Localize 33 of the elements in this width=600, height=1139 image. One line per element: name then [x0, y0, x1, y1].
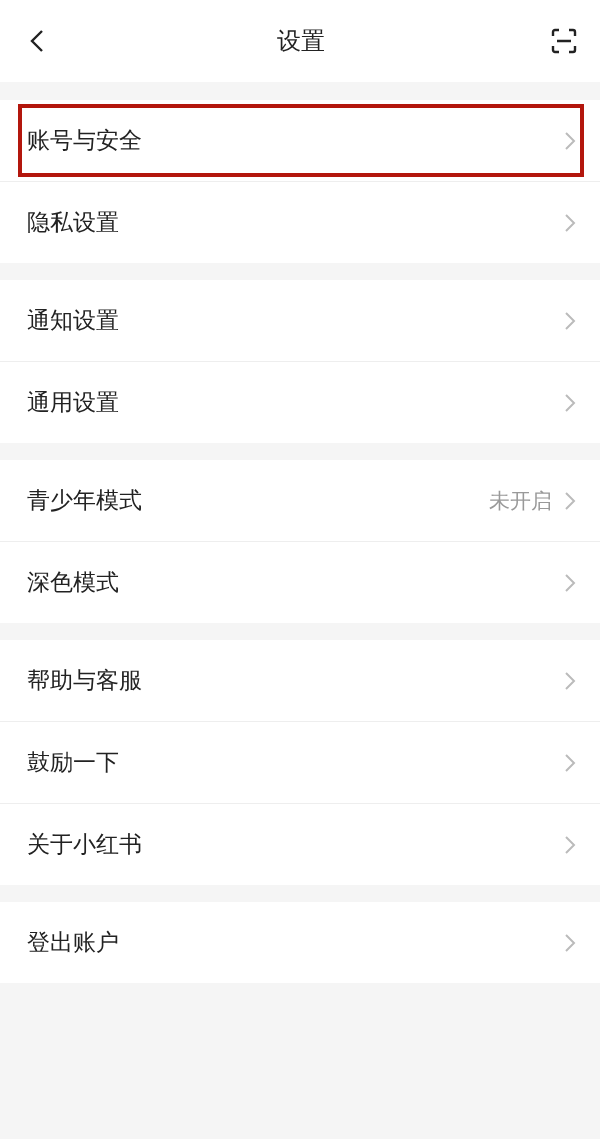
- scan-icon[interactable]: [550, 27, 578, 55]
- page-title: 设置: [277, 26, 325, 57]
- row-label: 通用设置: [27, 388, 120, 417]
- row-label: 帮助与客服: [27, 666, 143, 695]
- row-label: 青少年模式: [27, 486, 143, 515]
- settings-row[interactable]: 登出账户: [0, 902, 600, 983]
- chevron-icon: [564, 572, 576, 593]
- row-label: 隐私设置: [27, 208, 120, 237]
- chevron-icon: [564, 752, 576, 773]
- chevron-icon: [564, 932, 576, 953]
- row-label: 深色模式: [27, 568, 120, 597]
- settings-row[interactable]: 鼓励一下: [0, 722, 600, 804]
- chevron-icon: [564, 490, 576, 511]
- settings-row[interactable]: 深色模式: [0, 542, 600, 623]
- row-label: 鼓励一下: [27, 748, 120, 777]
- settings-row[interactable]: 通用设置: [0, 362, 600, 443]
- row-label: 通知设置: [27, 306, 120, 335]
- settings-row[interactable]: 关于小红书: [0, 804, 600, 885]
- settings-row[interactable]: 帮助与客服: [0, 640, 600, 722]
- chevron-icon: [564, 212, 576, 233]
- chevron-icon: [564, 670, 576, 691]
- settings-row[interactable]: 隐私设置: [0, 182, 600, 263]
- chevron-icon: [564, 130, 576, 151]
- chevron-icon: [564, 834, 576, 855]
- row-label: 登出账户: [27, 928, 120, 957]
- settings-row[interactable]: 青少年模式 未开启: [0, 460, 600, 542]
- row-label: 关于小红书: [27, 830, 143, 859]
- row-value: 未开启: [489, 487, 552, 515]
- settings-row[interactable]: 账号与安全: [0, 100, 600, 182]
- settings-row[interactable]: 通知设置: [0, 280, 600, 362]
- row-label: 账号与安全: [27, 126, 143, 155]
- chevron-icon: [564, 310, 576, 331]
- chevron-icon: [564, 392, 576, 413]
